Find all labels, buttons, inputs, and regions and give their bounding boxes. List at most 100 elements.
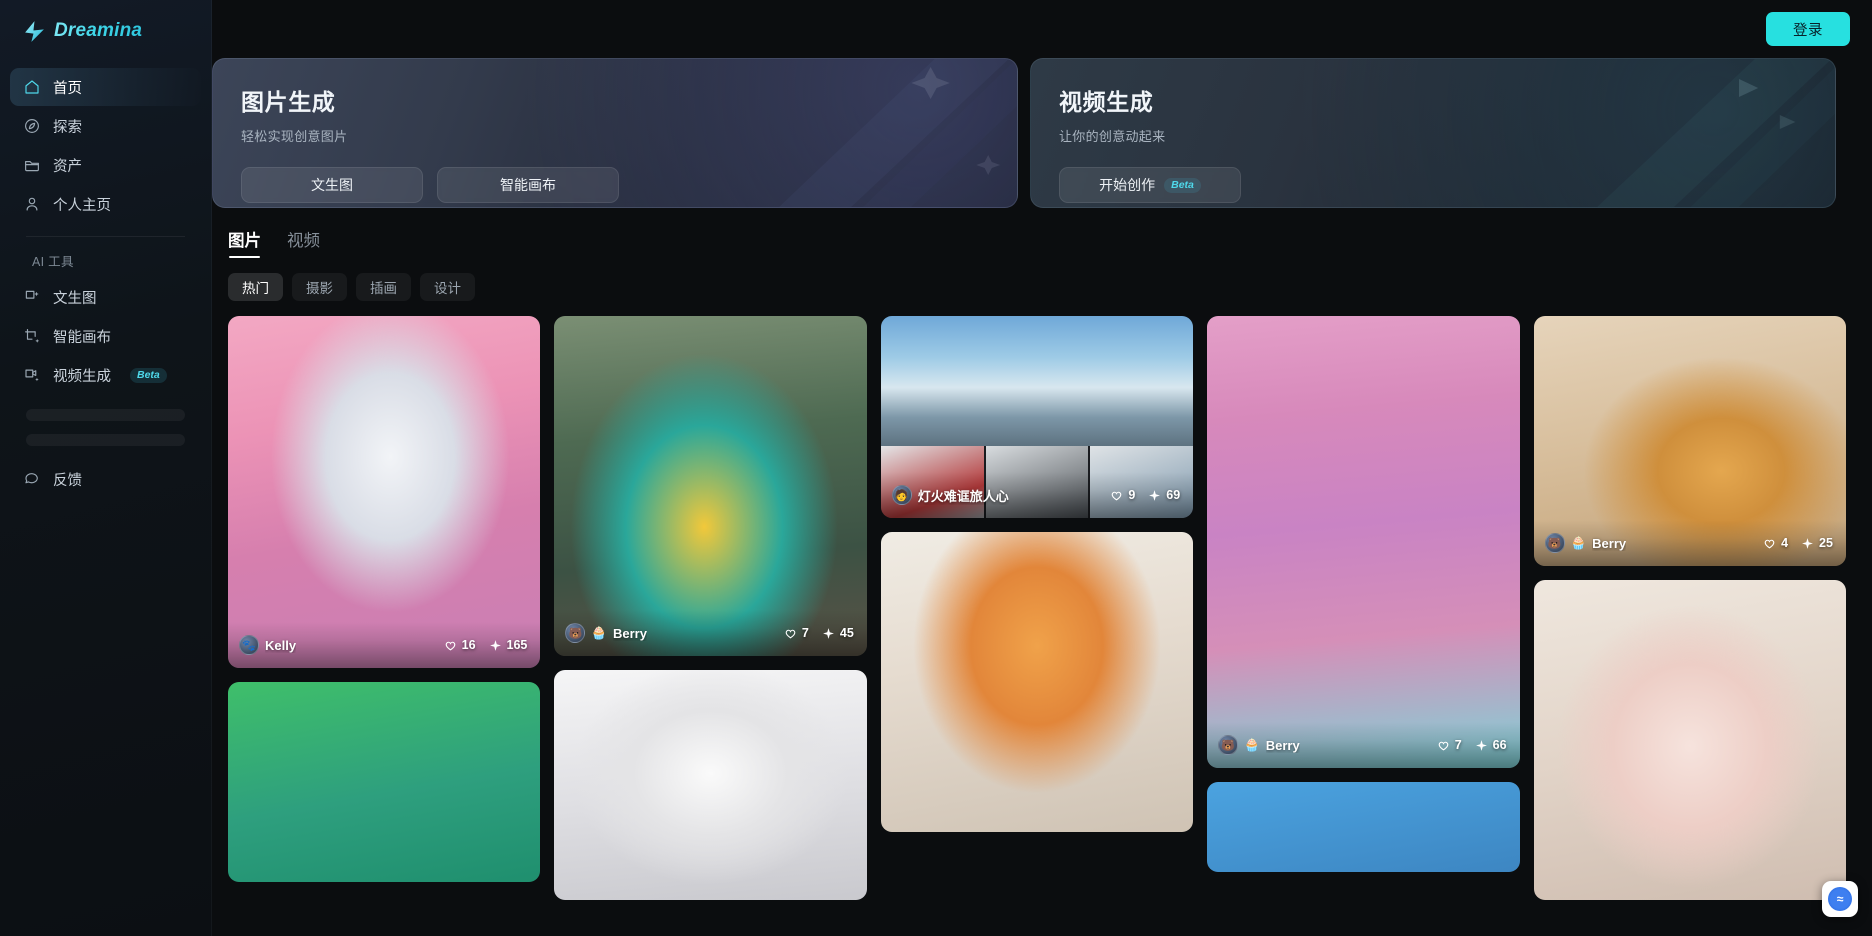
gem-stat[interactable]: 45 [822, 626, 854, 640]
like-stat[interactable]: 16 [444, 638, 476, 652]
author-name: Berry [1265, 737, 1300, 753]
sidebar-item-feedback[interactable]: 反馈 [10, 460, 201, 498]
banner-title: 图片生成 [241, 89, 336, 115]
heart-icon [445, 641, 455, 650]
heart-icon [1438, 741, 1449, 750]
tab-videos[interactable]: 视频 [287, 227, 320, 258]
brand-logo[interactable]: Dreamina [0, 0, 211, 62]
beta-badge: Beta [130, 367, 167, 383]
artwork-sleeping-pig [1533, 580, 1846, 900]
gallery-card[interactable]: 🧑 灯火难诓旅人心 9 69 [880, 316, 1194, 518]
gem-stat[interactable]: 66 [1475, 738, 1507, 752]
sidebar-item-smart-canvas-label: 智能画布 [53, 329, 111, 346]
assistant-glyph: ≈ [1828, 887, 1852, 911]
card-author[interactable]: 🐾 Kelly [239, 635, 296, 655]
artwork-blue-classic-car [880, 316, 1194, 446]
chip-photography[interactable]: 摄影 [292, 273, 347, 301]
artwork-green-gradient [228, 682, 541, 882]
banner-image-generation[interactable]: 图片生成 轻松实现创意图片 文生图 智能画布 [212, 58, 1018, 208]
gem-stat[interactable]: 165 [489, 638, 527, 652]
sparkle-icon [1149, 489, 1161, 501]
gallery-card[interactable]: 🐻 🧁 Berry 4 25 [1533, 316, 1846, 566]
sidebar-section-title: AI 工具 [32, 255, 74, 269]
banner-button-text-to-image[interactable]: 文生图 [241, 167, 423, 203]
sidebar-skeleton-bar [26, 434, 185, 446]
avatar: 🐻 [1544, 533, 1565, 553]
like-count: 7 [1454, 738, 1462, 752]
gem-count: 25 [1819, 536, 1833, 550]
like-stat[interactable]: 7 [784, 626, 809, 640]
chip-hot[interactable]: 热门 [228, 273, 283, 301]
gallery-tabs: 图片 视频 [212, 208, 1852, 258]
artwork-pink-hotel [1207, 316, 1520, 768]
heart-icon [1764, 539, 1775, 548]
beta-badge: Beta [1164, 177, 1201, 193]
artwork-bride-portrait [554, 670, 867, 900]
banner-video-generation[interactable]: 视频生成 让你的创意动起来 开始创作 Beta [1030, 58, 1836, 208]
gem-stat[interactable]: 25 [1801, 536, 1833, 550]
sidebar-item-explore[interactable]: 探索 [10, 107, 201, 145]
sidebar-item-smart-canvas[interactable]: 智能画布 [10, 317, 201, 355]
gallery-card[interactable]: 🐻 🧁 Berry 7 45 [554, 316, 867, 656]
tab-images[interactable]: 图片 [228, 227, 261, 258]
banner-button-start-creating[interactable]: 开始创作 Beta [1059, 167, 1241, 203]
card-author[interactable]: 🐻 🧁 Berry [1544, 533, 1626, 553]
sparkle-icon [822, 627, 834, 639]
artwork-chubby-orange-cat [880, 532, 1194, 832]
avatar: 🧑 [891, 485, 912, 505]
sparkle-star-logo-icon [22, 19, 47, 44]
gallery-card[interactable] [1533, 580, 1846, 900]
like-stat[interactable]: 7 [1437, 738, 1462, 752]
gallery-card[interactable] [880, 532, 1194, 832]
card-overlay: 🧑 灯火难诓旅人心 9 69 [880, 472, 1194, 518]
sidebar-item-video-generation[interactable]: 视频生成 Beta [10, 356, 201, 394]
sidebar-item-home[interactable]: 首页 [10, 68, 201, 106]
heart-icon [1112, 491, 1122, 500]
gem-count: 69 [1166, 488, 1181, 502]
card-overlay: 🐻 🧁 Berry 4 25 [1533, 520, 1846, 566]
banner-button-label: 智能画布 [500, 177, 556, 193]
artwork-blue-gradient [1207, 782, 1520, 872]
card-overlay: 🐻 🧁 Berry 7 45 [554, 610, 867, 656]
gallery-card[interactable]: 🐾 Kelly 16 165 [228, 316, 541, 668]
sidebar-item-profile[interactable]: 个人主页 [10, 185, 201, 223]
home-icon [22, 78, 41, 97]
gallery-card[interactable] [554, 670, 867, 900]
assistant-badge-icon[interactable]: ≈ [1822, 881, 1858, 917]
like-stat[interactable]: 4 [1763, 536, 1788, 550]
content-area: 图片生成 轻松实现创意图片 文生图 智能画布 视频生成 让你的创意动起来 开始创… [212, 58, 1872, 936]
gallery-card[interactable]: 🐻 🧁 Berry 7 66 [1207, 316, 1520, 768]
banner-button-smart-canvas[interactable]: 智能画布 [437, 167, 619, 203]
gem-count: 66 [1492, 738, 1507, 752]
gallery-card[interactable] [1207, 782, 1520, 872]
like-count: 16 [461, 638, 476, 652]
card-stats: 7 66 [1437, 738, 1507, 752]
card-author[interactable]: 🧑 灯火难诓旅人心 [891, 485, 1009, 505]
sidebar-item-video-generation-label: 视频生成 [53, 368, 111, 385]
main-content: 登录 图片生成 轻松实现创意图片 文生图 智能画布 视频生成 让你的创意动起来 … [212, 0, 1872, 936]
gallery-card[interactable] [228, 682, 541, 882]
gem-count: 45 [839, 626, 854, 640]
compass-icon [22, 117, 41, 136]
gem-stat[interactable]: 69 [1148, 488, 1180, 502]
brand-name: Dreamina [54, 20, 143, 41]
card-author[interactable]: 🐻 🧁 Berry [1218, 735, 1300, 755]
avatar: 🐻 [1218, 735, 1239, 755]
chip-illustration[interactable]: 插画 [356, 273, 411, 301]
filter-chip-row: 热门 摄影 插画 设计 [212, 258, 1852, 301]
like-stat[interactable]: 9 [1110, 488, 1135, 502]
sidebar-item-profile-label: 个人主页 [53, 197, 111, 214]
banner-subtitle: 轻松实现创意图片 [241, 129, 348, 144]
login-button[interactable]: 登录 [1766, 12, 1850, 46]
chip-design[interactable]: 设计 [420, 273, 475, 301]
like-count: 4 [1781, 536, 1789, 550]
banner-row: 图片生成 轻松实现创意图片 文生图 智能画布 视频生成 让你的创意动起来 开始创… [212, 58, 1852, 208]
folder-icon [22, 156, 41, 175]
sidebar-item-assets-label: 资产 [53, 158, 82, 175]
card-author[interactable]: 🐻 🧁 Berry [565, 623, 647, 643]
card-overlay: 🐻 🧁 Berry 7 66 [1207, 722, 1520, 768]
banner-button-label: 文生图 [311, 177, 353, 193]
sidebar-item-text-to-image[interactable]: 文生图 [10, 278, 201, 316]
avatar: 🐾 [239, 635, 259, 655]
sidebar-item-assets[interactable]: 资产 [10, 146, 201, 184]
